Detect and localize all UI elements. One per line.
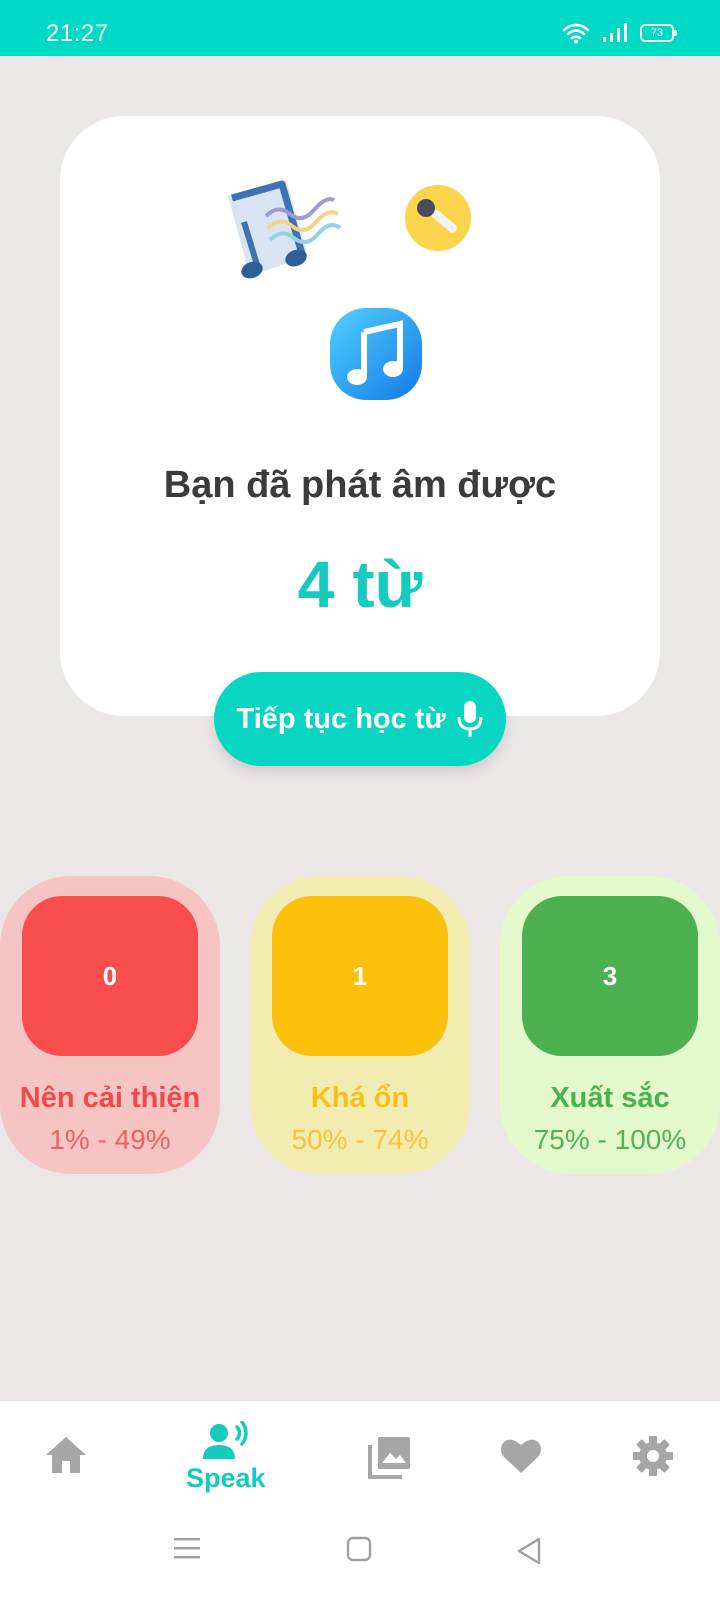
result-card: Bạn đã phát âm được 4 từ [60,116,660,716]
microphone-ball-icon [405,185,471,251]
gallery-icon [368,1437,410,1479]
nav-speak[interactable]: Speak [186,1421,266,1494]
score-card-excellent[interactable]: 3 Xuất sắc 75% - 100% [500,876,720,1174]
nav-favorite[interactable] [500,1437,542,1475]
wifi-icon [562,23,590,44]
score-card-improve[interactable]: 0 Nên cải thiện 1% - 49% [0,876,220,1174]
score-card-okay[interactable]: 1 Khá ổn 50% - 74% [250,876,470,1174]
microphone-icon [457,701,483,737]
music-app-icon [330,308,422,400]
result-title: Bạn đã phát âm được [163,464,557,506]
home-icon [46,1437,86,1473]
favorite-icon [501,1439,541,1473]
signal-icon [603,23,627,42]
continue-learning-button[interactable]: Tiếp tục học từ [214,672,506,766]
nav-home[interactable] [44,1435,88,1475]
continue-learning-label: Tiếp tục học từ [236,702,446,735]
speak-icon [202,1421,248,1459]
score-range-improve: 1% - 49% [49,1124,171,1155]
score-value-improve: 0 [22,896,198,1056]
score-value-okay: 1 [272,896,448,1056]
nav-settings[interactable] [632,1435,674,1477]
result-word-count: 4 từ [297,547,423,621]
score-range-okay: 50% - 74% [291,1124,429,1155]
nav-gallery[interactable] [368,1435,412,1479]
back-icon[interactable] [516,1536,542,1566]
menu-icon[interactable] [174,1536,200,1560]
status-time: 21:27 [46,20,109,47]
home-square-icon[interactable] [346,1536,372,1562]
system-navigation-bar [0,1536,720,1580]
status-icons: 73 [562,22,677,44]
score-value-excellent: 3 [522,896,698,1056]
score-range-excellent: 75% - 100% [533,1124,687,1155]
score-label-excellent: Xuất sắc [550,1082,670,1114]
status-bar: 21:27 73 [0,0,720,56]
settings-icon [633,1436,673,1476]
music-sheet-icon [228,180,342,279]
battery-icon: 73 [640,24,677,42]
nav-speak-label: Speak [186,1463,266,1493]
score-label-improve: Nên cải thiện [19,1082,201,1114]
score-label-okay: Khá ổn [310,1082,410,1114]
